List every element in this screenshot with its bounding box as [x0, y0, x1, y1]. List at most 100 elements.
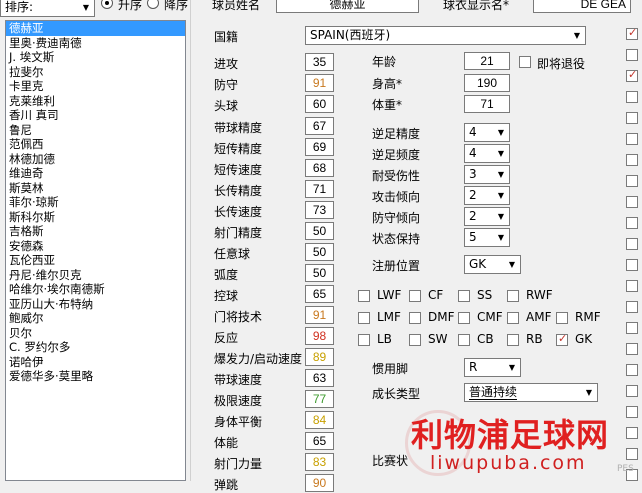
stat-value-field[interactable]: 63: [305, 369, 334, 387]
stat-lock-checkbox[interactable]: [626, 301, 638, 313]
position-checkbox[interactable]: [556, 312, 568, 324]
stat-value-field[interactable]: 77: [305, 390, 334, 408]
stat-lock-checkbox[interactable]: [626, 196, 638, 208]
shirt-name-field[interactable]: DE GEA: [533, 0, 631, 13]
stat-lock-checkbox[interactable]: [626, 112, 638, 124]
stat-value-field[interactable]: 83: [305, 453, 334, 471]
list-item[interactable]: 香川 真司: [6, 108, 185, 123]
position-checkbox[interactable]: [358, 290, 370, 302]
position-checkbox[interactable]: [409, 334, 421, 346]
stat-value-field[interactable]: 35: [305, 53, 334, 71]
list-item[interactable]: 瓦伦西亚: [6, 253, 185, 268]
position-checkbox[interactable]: [507, 312, 519, 324]
growth-select[interactable]: 普通持续 ▼: [464, 383, 598, 402]
stat-lock-checkbox[interactable]: [626, 322, 638, 334]
position-label: RWF: [526, 288, 553, 302]
stat-value-field[interactable]: 69: [305, 138, 334, 156]
stat-value-field[interactable]: 65: [305, 432, 334, 450]
list-item[interactable]: 爱德华多·莫里略: [6, 369, 185, 384]
position-checkbox[interactable]: [507, 334, 519, 346]
position-checkbox[interactable]: [458, 334, 470, 346]
list-item[interactable]: 吉格斯: [6, 224, 185, 239]
list-item[interactable]: J. 埃文斯: [6, 50, 185, 65]
trait-select[interactable]: 3 ▼: [464, 165, 510, 184]
stat-value-field[interactable]: 67: [305, 117, 334, 135]
retire-checkbox[interactable]: [519, 56, 531, 68]
stat-lock-checkbox[interactable]: [626, 175, 638, 187]
list-item[interactable]: 安德森: [6, 239, 185, 254]
nationality-value: SPAIN(西班牙): [310, 28, 391, 42]
trait-select[interactable]: 2 ▼: [464, 207, 510, 226]
list-item[interactable]: 诺哈伊: [6, 355, 185, 370]
list-item[interactable]: 范佩西: [6, 137, 185, 152]
sort-asc-radio[interactable]: [101, 0, 113, 9]
stat-lock-checkbox[interactable]: [626, 343, 638, 355]
list-item[interactable]: 鲁尼: [6, 123, 185, 138]
player-list[interactable]: 德赫亚 里奥·费迪南德 J. 埃文斯 拉斐尔 卡里克 克莱维利 香川 真司 鲁尼 范佩西 林德加德…: [5, 20, 186, 481]
list-item[interactable]: C. 罗约尔多: [6, 340, 185, 355]
nationality-select[interactable]: SPAIN(西班牙) ▼: [305, 26, 586, 45]
stat-value-field[interactable]: 84: [305, 411, 334, 429]
position-checkbox[interactable]: [358, 312, 370, 324]
stat-value-field[interactable]: 50: [305, 222, 334, 240]
stat-lock-checkbox[interactable]: [626, 259, 638, 271]
list-item[interactable]: 维迪奇: [6, 166, 185, 181]
stat-lock-checkbox[interactable]: [626, 385, 638, 397]
stat-value-field[interactable]: 89: [305, 348, 334, 366]
trait-select[interactable]: 4 ▼: [464, 144, 510, 163]
height-field[interactable]: 190: [464, 74, 510, 92]
stat-value-field[interactable]: 68: [305, 159, 334, 177]
list-item[interactable]: 贝尔: [6, 326, 185, 341]
position-checkbox[interactable]: [458, 290, 470, 302]
position-checkbox[interactable]: ✓: [556, 332, 568, 346]
stat-value-field[interactable]: 60: [305, 95, 334, 113]
sort-dropdown[interactable]: 排序: ▼: [0, 0, 95, 17]
player-name-field[interactable]: 德赫亚: [276, 0, 419, 13]
stat-value-field[interactable]: 50: [305, 264, 334, 282]
list-item[interactable]: 哈维尔·埃尔南德斯: [6, 282, 185, 297]
stat-value-field[interactable]: 98: [305, 327, 334, 345]
list-item[interactable]: 丹尼·维尔贝克: [6, 268, 185, 283]
list-item[interactable]: 鲍威尔: [6, 311, 185, 326]
list-item[interactable]: 菲尔·琼斯: [6, 195, 185, 210]
stat-lock-checkbox[interactable]: [626, 217, 638, 229]
stat-value-field[interactable]: 90: [305, 474, 334, 492]
list-item[interactable]: 斯莫林: [6, 181, 185, 196]
stat-lock-checkbox[interactable]: [626, 238, 638, 250]
position-checkbox[interactable]: [507, 290, 519, 302]
sort-desc-radio[interactable]: [147, 0, 159, 9]
list-item[interactable]: 拉斐尔: [6, 65, 185, 80]
position-checkbox[interactable]: [358, 334, 370, 346]
trait-select[interactable]: 2 ▼: [464, 186, 510, 205]
stat-lock-checkbox[interactable]: [626, 133, 638, 145]
foot-select[interactable]: R ▼: [464, 358, 521, 377]
trait-select[interactable]: 4 ▼: [464, 123, 510, 142]
stat-value-field[interactable]: 65: [305, 285, 334, 303]
position-checkbox[interactable]: [458, 312, 470, 324]
stat-value-field[interactable]: 73: [305, 201, 334, 219]
list-item[interactable]: 林德加德: [6, 152, 185, 167]
register-position-select[interactable]: GK ▼: [464, 255, 521, 274]
position-checkbox[interactable]: [409, 312, 421, 324]
stat-lock-checkbox[interactable]: [626, 280, 638, 292]
stat-lock-checkbox[interactable]: ✓: [626, 68, 638, 82]
stat-value-field[interactable]: 50: [305, 243, 334, 261]
list-item[interactable]: 里奥·费迪南德: [6, 36, 185, 51]
age-field[interactable]: 21: [464, 52, 510, 70]
stat-lock-checkbox[interactable]: [626, 91, 638, 103]
list-item[interactable]: 克莱维利: [6, 94, 185, 109]
trait-select[interactable]: 5 ▼: [464, 228, 510, 247]
weight-field[interactable]: 71: [464, 95, 510, 113]
stat-lock-checkbox[interactable]: ✓: [626, 26, 638, 40]
position-checkbox[interactable]: [409, 290, 421, 302]
stat-value-field[interactable]: 71: [305, 180, 334, 198]
stat-value-field[interactable]: 91: [305, 74, 334, 92]
list-item[interactable]: 卡里克: [6, 79, 185, 94]
list-item[interactable]: 德赫亚: [6, 21, 185, 36]
stat-lock-checkbox[interactable]: [626, 154, 638, 166]
stat-value-field[interactable]: 91: [305, 306, 334, 324]
list-item[interactable]: 斯科尔斯: [6, 210, 185, 225]
stat-lock-checkbox[interactable]: [626, 364, 638, 376]
stat-lock-checkbox[interactable]: [626, 49, 638, 61]
list-item[interactable]: 亚历山大·布特纳: [6, 297, 185, 312]
